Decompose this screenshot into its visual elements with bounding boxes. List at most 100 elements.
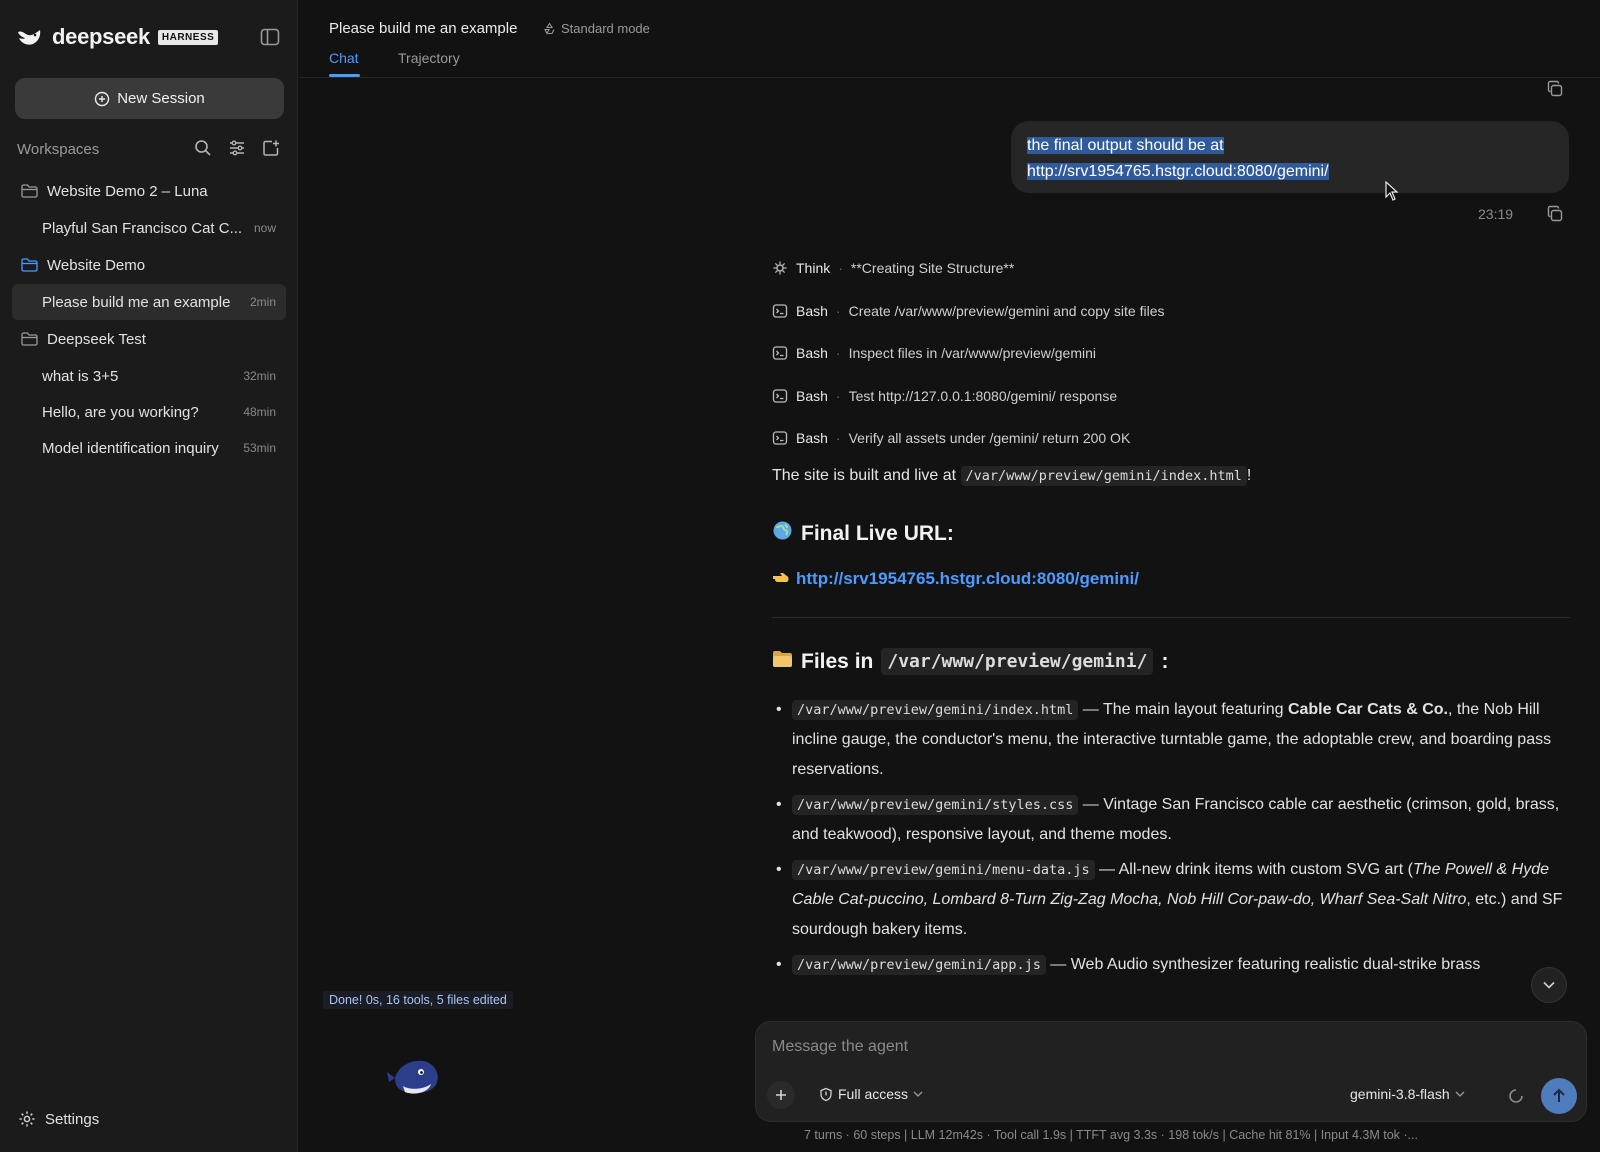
files-heading: Files in /var/www/preview/gemini/: [772,648,1570,675]
arrow-up-icon [1553,1088,1565,1102]
file-list: /var/www/preview/gemini/index.html — The… [772,695,1570,980]
new-session-label: New Session [117,90,205,107]
search-icon[interactable] [194,139,212,157]
attach-button[interactable] [767,1081,795,1109]
brand-badge: HARNESS [157,29,219,45]
filter-sliders-icon[interactable] [228,139,246,157]
session-item-active[interactable]: Please build me an example 2min [12,284,286,320]
user-message-line2: http://srv1954765.hstgr.cloud:8080/gemin… [1027,163,1329,180]
step-text: Verify all assets under /gemini/ return … [848,430,1131,447]
workspace-folder[interactable]: Website Demo [12,246,286,284]
built-path: /var/www/preview/gemini/index.html [960,466,1247,486]
tab-chat[interactable]: Chat [329,50,359,66]
access-select[interactable]: Full access [819,1086,923,1102]
step-separator: · [835,345,841,362]
think-icon [772,260,788,276]
tool-steps: Think · **Creating Site Structure** Bash · C… [772,247,1562,460]
brand-name: deepseek [52,24,150,49]
new-folder-icon[interactable] [262,139,280,157]
copy-message-icon[interactable] [1546,205,1564,227]
deepseek-whale-icon [18,30,41,45]
new-session-button[interactable]: New Session [15,78,284,119]
files-heading-suffix: : [1161,649,1169,673]
gear-icon [19,1111,35,1127]
file-desc: — The main layout featuring [1078,701,1288,718]
step-separator: · [835,387,841,404]
final-url-link[interactable]: http://srv1954765.hstgr.cloud:8080/gemin… [796,569,1139,589]
mouse-cursor-icon [1385,181,1399,201]
built-paragraph: The site is built and live at /var/www/p… [772,462,1570,490]
sidebar-toggle-icon[interactable] [260,28,280,46]
list-item: /var/www/preview/gemini/menu-data.js — A… [772,855,1570,945]
step-separator: · [835,430,841,447]
list-item: /var/www/preview/gemini/app.js — Web Aud… [772,950,1570,980]
tab-trajectory[interactable]: Trajectory [398,50,460,66]
mode-indicator[interactable]: Standard mode [543,21,650,36]
composer: Full access gemini-3.8-flash [755,1021,1587,1122]
chevron-down-icon [1543,981,1555,989]
pointing-hand-icon [772,570,790,588]
file-path: /var/www/preview/gemini/app.js [792,955,1046,975]
built-text: The site is built and live at [772,467,957,484]
plus-circle-icon [95,91,110,106]
scroll-down-button[interactable] [1531,967,1567,1003]
message-input[interactable] [772,1038,1552,1056]
workspaces-label: Workspaces [17,140,100,158]
step-bash[interactable]: Bash · Inspect files in /var/www/preview/g… [772,332,1562,375]
built-suffix: ! [1246,467,1252,484]
step-bash[interactable]: Bash · Verify all assets under /gemini/ re… [772,417,1562,460]
step-bash[interactable]: Bash · Test http://127.0.0.1:8080/gemini/ … [772,375,1562,418]
session-label: what is 3+5 [42,367,119,385]
session-time: 2min [249,295,276,309]
session-item[interactable]: Hello, are you working? 48min [12,394,286,430]
final-url-heading-text: Final Live URL: [801,521,954,545]
message-time: 23:19 [1478,206,1514,222]
main-header: Please build me an example Standard mode… [299,0,1600,78]
folder-icon [21,258,38,272]
user-message-line1: the final output should be at [1027,137,1224,154]
session-time: 53min [243,441,276,455]
session-item[interactable]: what is 3+5 32min [12,358,286,394]
session-label: Hello, are you working? [42,403,199,421]
step-text: Create /var/www/preview/gemini and copy … [848,302,1165,319]
workspace-folder[interactable]: Website Demo 2 – Luna [12,172,286,210]
files-heading-path: /var/www/preview/gemini/ [881,648,1154,675]
plus-icon [776,1090,786,1100]
loading-spinner-icon [1509,1089,1523,1103]
list-item: /var/www/preview/gemini/styles.css — Vin… [772,790,1570,850]
step-tool: Bash [796,430,828,447]
step-bash[interactable]: Bash · Create /var/www/preview/gemini and … [772,290,1562,333]
recycle-icon [544,22,555,35]
access-label: Full access [838,1086,909,1102]
settings-label: Settings [45,1110,100,1128]
mode-label: Standard mode [561,21,650,36]
copy-icon[interactable] [1546,80,1564,102]
session-label: Model identification inquiry [42,439,219,457]
terminal-icon [772,388,788,404]
model-select[interactable]: gemini-3.8-flash [1350,1086,1465,1102]
settings-button[interactable]: Settings [18,1110,99,1128]
session-label: Playful San Francisco Cat C... [42,219,243,237]
brand[interactable]: deepseek HARNESS [16,24,219,50]
chevron-down-icon [913,1091,923,1097]
footer-stats: 7 turns · 60 steps | LLM 12m42s · Tool c… [804,1128,1418,1142]
whale-mascot-icon [387,1060,438,1094]
step-think[interactable]: Think · **Creating Site Structure** [772,247,1562,290]
workspace-name: Website Demo 2 – Luna [47,182,208,200]
list-item: /var/www/preview/gemini/index.html — The… [772,695,1570,785]
step-tool: Bash [796,387,828,404]
globe-icon [772,520,793,547]
session-item[interactable]: Model identification inquiry 53min [12,430,286,466]
workspace-name: Website Demo [47,256,146,274]
session-item[interactable]: Playful San Francisco Cat C... now [12,210,286,246]
terminal-icon [772,430,788,446]
step-tool: Think [796,260,831,277]
workspace-list: Website Demo 2 – Luna Playful San Franci… [12,172,286,466]
user-message: the final output should be at http://srv… [1011,121,1569,193]
workspace-folder[interactable]: Deepseek Test [12,320,286,358]
file-path: /var/www/preview/gemini/index.html [792,700,1079,720]
assistant-message: The site is built and live at /var/www/p… [772,462,1570,1022]
final-url-heading: Final Live URL: [772,520,1570,547]
send-button[interactable] [1541,1078,1577,1114]
file-desc: — Web Audio synthesizer featuring realis… [1045,956,1481,973]
